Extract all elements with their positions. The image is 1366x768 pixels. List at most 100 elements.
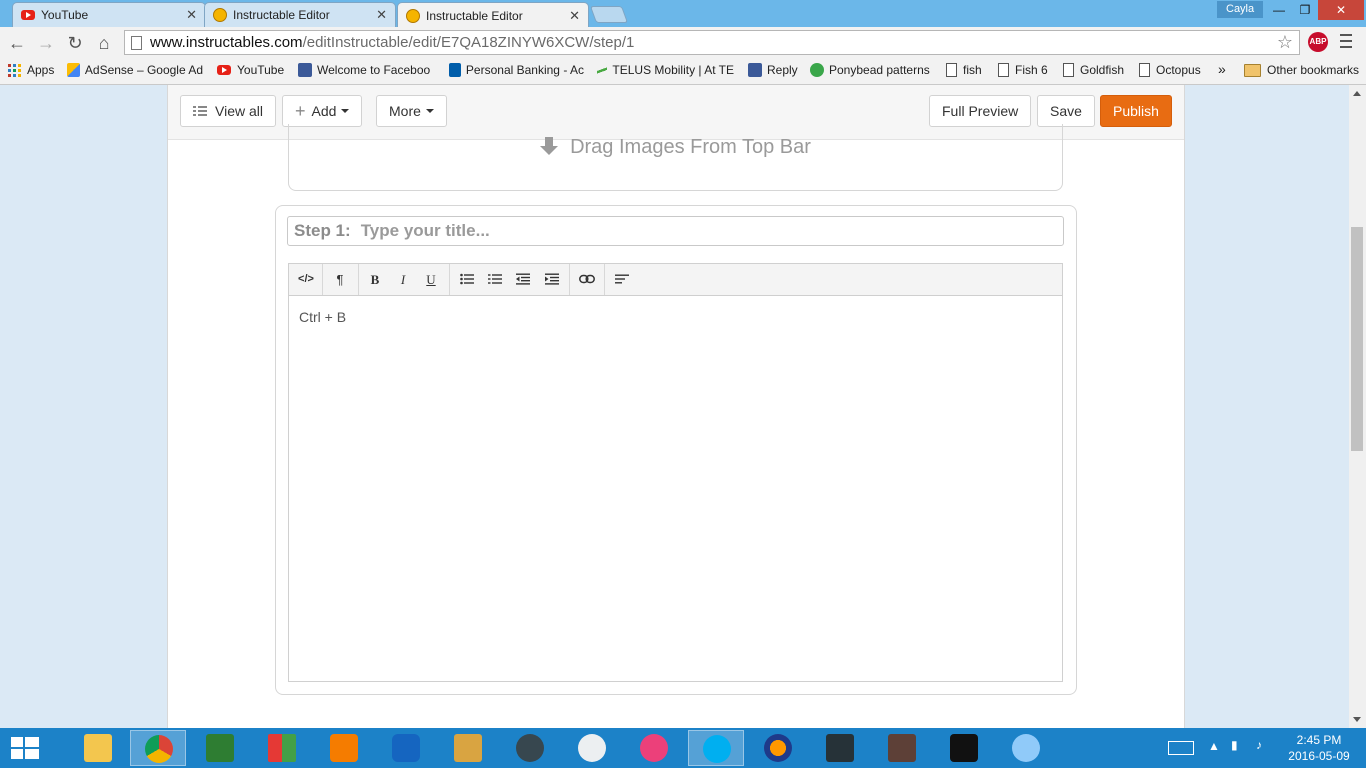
bookmark-youtube[interactable]: YouTube <box>217 63 284 77</box>
bookmark-facebook[interactable]: Welcome to Faceboo <box>298 63 434 77</box>
bookmark-label: Fish 6 <box>1015 63 1048 77</box>
skype-icon <box>703 735 731 763</box>
bookmark-octopus[interactable]: Octopus <box>1139 63 1201 77</box>
bookmark-fish[interactable]: fish <box>946 63 982 77</box>
rich-text-editor[interactable]: </> ¶ B I U Ctrl + B <box>288 263 1063 682</box>
down-arrow-icon <box>540 137 559 155</box>
back-icon[interactable]: ← <box>6 32 28 54</box>
chrome-menu-icon[interactable] <box>1340 34 1352 48</box>
keyboard-icon[interactable] <box>1168 741 1194 755</box>
bookmark-telus[interactable]: TELUS Mobility | At TE <box>597 63 734 77</box>
close-icon[interactable]: ✕ <box>376 7 387 23</box>
windows-start-icon[interactable] <box>11 737 39 759</box>
taskbar-media-player[interactable] <box>316 730 372 766</box>
tab-instructable-editor[interactable]: Instructable Editor ✕ <box>204 2 396 27</box>
full-preview-button[interactable]: Full Preview <box>929 95 1032 127</box>
html-source-button[interactable]: </> <box>292 264 320 295</box>
taskbar-file-explorer[interactable] <box>70 730 126 766</box>
film-reel-icon <box>516 734 544 762</box>
bookmark-ponybead-patterns[interactable]: Ponybead patterns <box>810 63 930 77</box>
other-bookmarks[interactable]: Other bookmarks <box>1244 63 1359 77</box>
numbered-list-icon[interactable] <box>481 264 509 295</box>
volume-icon[interactable]: ♪ <box>1256 738 1262 752</box>
bookmark-label: TELUS Mobility | At TE <box>612 63 734 77</box>
drop-zone-label: Drag Images From Top Bar <box>570 136 811 158</box>
close-icon[interactable]: ✕ <box>186 7 197 23</box>
address-bar[interactable]: www.instructables.com/editInstructable/e… <box>124 30 1300 55</box>
image-drop-zone[interactable]: Drag Images From Top Bar <box>288 124 1063 191</box>
clock-time[interactable]: 2:45 PM <box>1284 733 1354 747</box>
file-explorer-icon <box>84 734 112 762</box>
bookmark-apps[interactable]: Apps <box>8 63 54 77</box>
bookmarks-overflow-button[interactable]: » <box>1218 61 1226 77</box>
add-label: Add <box>311 103 337 119</box>
home-icon[interactable]: ⌂ <box>93 32 115 54</box>
clock-date[interactable]: 2016-05-09 <box>1284 749 1354 763</box>
restore-icon[interactable]: ❐ <box>1290 0 1320 20</box>
reload-icon[interactable]: ↻ <box>64 32 86 54</box>
webcam-app-icon <box>888 734 916 762</box>
add-button[interactable]: + Add <box>282 95 363 127</box>
youtube-icon <box>217 65 231 75</box>
link-icon[interactable] <box>573 264 601 295</box>
scrollbar-thumb[interactable] <box>1351 227 1363 451</box>
step-title-input[interactable]: Step 1: Type your title... <box>287 216 1064 246</box>
bookmark-fish-6[interactable]: Fish 6 <box>998 63 1048 77</box>
page-icon <box>131 36 142 50</box>
taskbar-itunes[interactable] <box>626 730 682 766</box>
taskbar-video-editor[interactable] <box>502 730 558 766</box>
taskbar-outlook[interactable] <box>378 730 434 766</box>
taskbar-word-app[interactable] <box>192 730 248 766</box>
profile-name[interactable]: Cayla <box>1217 1 1264 18</box>
close-icon[interactable]: ✕ <box>569 8 580 24</box>
bookmark-personal-banking[interactable]: Personal Banking - Ac <box>449 63 584 77</box>
tab-instructable-editor-active[interactable]: Instructable Editor ✕ <box>397 2 589 28</box>
save-button[interactable]: Save <box>1037 95 1095 127</box>
caret-down-icon <box>425 109 434 113</box>
taskbar-app-eye[interactable] <box>564 730 620 766</box>
bookmark-reply[interactable]: Reply <box>748 63 798 77</box>
bookmark-star-icon[interactable]: ☆ <box>1277 31 1293 54</box>
underline-button[interactable]: U <box>417 264 445 295</box>
tray-expand-icon[interactable]: ▲ <box>1208 739 1220 753</box>
eye-app-icon <box>578 734 606 762</box>
new-tab-button[interactable] <box>589 6 629 23</box>
adblock-plus-icon[interactable]: ABP <box>1308 32 1328 52</box>
align-icon[interactable] <box>608 264 636 295</box>
publish-label: Publish <box>1113 103 1159 119</box>
italic-button[interactable]: I <box>389 264 417 295</box>
window-close-icon[interactable]: ✕ <box>1318 0 1364 20</box>
document-icon <box>998 63 1009 77</box>
paragraph-format-button[interactable]: ¶ <box>326 264 354 295</box>
forward-icon[interactable]: → <box>35 32 57 54</box>
scroll-down-icon[interactable] <box>1353 717 1361 722</box>
indent-icon[interactable] <box>538 264 566 295</box>
tab-youtube[interactable]: YouTube ✕ <box>12 2 206 27</box>
bold-button[interactable]: B <box>361 264 389 295</box>
taskbar-skype[interactable] <box>688 730 744 766</box>
taskbar-app-blocks[interactable] <box>254 730 310 766</box>
signal-icon[interactable]: ▮ <box>1231 738 1238 752</box>
taskbar-chrome[interactable] <box>130 730 186 766</box>
outdent-icon[interactable] <box>509 264 537 295</box>
view-all-button[interactable]: View all <box>180 95 276 127</box>
compass-icon <box>1012 734 1040 762</box>
bulleted-list-icon[interactable] <box>453 264 481 295</box>
taskbar-app-beach[interactable] <box>440 730 496 766</box>
caret-down-icon <box>341 109 350 113</box>
page-scrollbar[interactable] <box>1349 85 1366 728</box>
url-text[interactable]: www.instructables.com/editInstructable/e… <box>150 31 634 54</box>
bookmark-adsense[interactable]: AdSense – Google Ad <box>67 63 203 77</box>
taskbar-network-app[interactable] <box>812 730 868 766</box>
save-label: Save <box>1050 103 1082 119</box>
taskbar-webcam-app[interactable] <box>874 730 930 766</box>
bookmark-goldfish[interactable]: Goldfish <box>1063 63 1124 77</box>
more-button[interactable]: More <box>376 95 447 127</box>
editor-body-text[interactable]: Ctrl + B <box>299 309 346 325</box>
publish-button[interactable]: Publish <box>1100 95 1172 127</box>
taskbar-video-player[interactable] <box>936 730 992 766</box>
scroll-up-icon[interactable] <box>1353 91 1361 96</box>
taskbar-firefox[interactable] <box>750 730 806 766</box>
youtube-icon <box>21 10 35 20</box>
taskbar-safari[interactable] <box>998 730 1054 766</box>
